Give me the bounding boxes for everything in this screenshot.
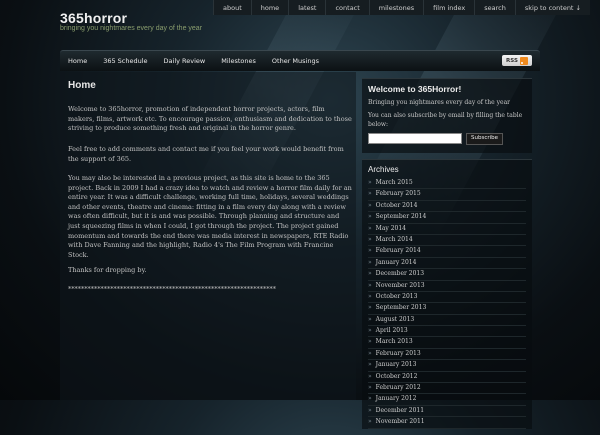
archive-link[interactable]: January 2012 bbox=[368, 394, 526, 406]
archive-link[interactable]: October 2013 bbox=[368, 292, 526, 304]
welcome-widget-text: Bringing you nightmares every day of the… bbox=[368, 99, 511, 106]
welcome-widget-title: Welcome to 365Horror! bbox=[368, 84, 462, 94]
archive-link[interactable]: October 2012 bbox=[368, 372, 526, 384]
archive-link[interactable]: September 2013 bbox=[368, 303, 526, 315]
subscribe-button[interactable]: Subscribe bbox=[466, 133, 504, 145]
archive-link[interactable]: December 2011 bbox=[368, 406, 526, 418]
archive-link[interactable]: January 2013 bbox=[368, 360, 526, 372]
site-tagline: bringing you nightmares every day of the… bbox=[60, 25, 203, 32]
archive-link[interactable]: March 2015 bbox=[368, 178, 526, 190]
rss-label: RSS bbox=[506, 57, 518, 64]
top-navigation: about home latest contact milestones fil… bbox=[212, 0, 590, 15]
top-nav-milestones[interactable]: milestones bbox=[368, 0, 424, 15]
top-nav-about[interactable]: about bbox=[212, 0, 251, 15]
subscribe-email-input[interactable] bbox=[368, 133, 462, 144]
archive-link[interactable]: April 2013 bbox=[368, 326, 526, 338]
page-title: Home bbox=[68, 80, 96, 91]
archive-link[interactable]: November 2011 bbox=[368, 417, 526, 429]
subscribe-form: Subscribe bbox=[362, 129, 532, 153]
top-nav-film-index[interactable]: film index bbox=[423, 0, 475, 15]
archives-widget: Archives March 2015 February 2015 Octobe… bbox=[362, 159, 532, 429]
project-paragraph: You may also be interested in a previous… bbox=[68, 174, 352, 259]
main-nav-daily-review[interactable]: Daily Review bbox=[156, 51, 214, 71]
main-nav-home[interactable]: Home bbox=[60, 51, 95, 71]
archive-link[interactable]: February 2015 bbox=[368, 189, 526, 201]
top-nav-search[interactable]: search bbox=[474, 0, 515, 15]
archive-link[interactable]: August 2013 bbox=[368, 315, 526, 327]
archive-link[interactable]: May 2014 bbox=[368, 224, 526, 235]
top-nav-contact[interactable]: contact bbox=[325, 0, 369, 15]
site-title[interactable]: 365horror bbox=[60, 10, 127, 26]
main-nav-milestones[interactable]: Milestones bbox=[213, 51, 264, 71]
asterisk-divider: ****************************************… bbox=[68, 285, 276, 293]
top-nav-latest[interactable]: latest bbox=[288, 0, 326, 15]
top-nav-home[interactable]: home bbox=[250, 0, 289, 15]
main-nav-365-schedule[interactable]: 365 Schedule bbox=[95, 51, 155, 71]
intro-paragraph: Welcome to 365horror, promotion of indep… bbox=[68, 105, 352, 133]
archive-link[interactable]: November 2013 bbox=[368, 281, 526, 292]
archives-title: Archives bbox=[368, 165, 399, 174]
archive-link[interactable]: February 2012 bbox=[368, 383, 526, 395]
main-navigation: Home 365 Schedule Daily Review Milestone… bbox=[60, 50, 540, 71]
archive-link[interactable]: February 2013 bbox=[368, 349, 526, 361]
main-nav-other-musings[interactable]: Other Musings bbox=[264, 51, 327, 71]
archive-link[interactable]: October 2014 bbox=[368, 201, 526, 213]
main-content: Home Welcome to 365horror, promotion of … bbox=[60, 72, 356, 400]
archive-list: March 2015 February 2015 October 2014 Se… bbox=[362, 178, 532, 429]
archive-link[interactable]: March 2014 bbox=[368, 235, 526, 247]
sidebar: Welcome to 365Horror! Bringing you night… bbox=[362, 78, 532, 435]
rss-feed-icon bbox=[519, 56, 528, 65]
archive-link[interactable]: September 2014 bbox=[368, 212, 526, 224]
archive-link[interactable]: February 2014 bbox=[368, 246, 526, 258]
archive-link[interactable]: January 2014 bbox=[368, 258, 526, 270]
contact-paragraph: Feel free to add comments and contact me… bbox=[68, 145, 344, 163]
archive-link[interactable]: March 2013 bbox=[368, 337, 526, 349]
rss-button[interactable]: RSS bbox=[502, 55, 532, 66]
thanks-paragraph: Thanks for dropping by. bbox=[68, 266, 147, 274]
subscribe-instructions: You can also subscribe by email by filli… bbox=[368, 112, 523, 128]
top-nav-skip-to-content[interactable]: skip to content ↓ bbox=[514, 0, 590, 15]
welcome-widget: Welcome to 365Horror! Bringing you night… bbox=[362, 78, 532, 153]
archive-link[interactable]: December 2013 bbox=[368, 269, 526, 281]
